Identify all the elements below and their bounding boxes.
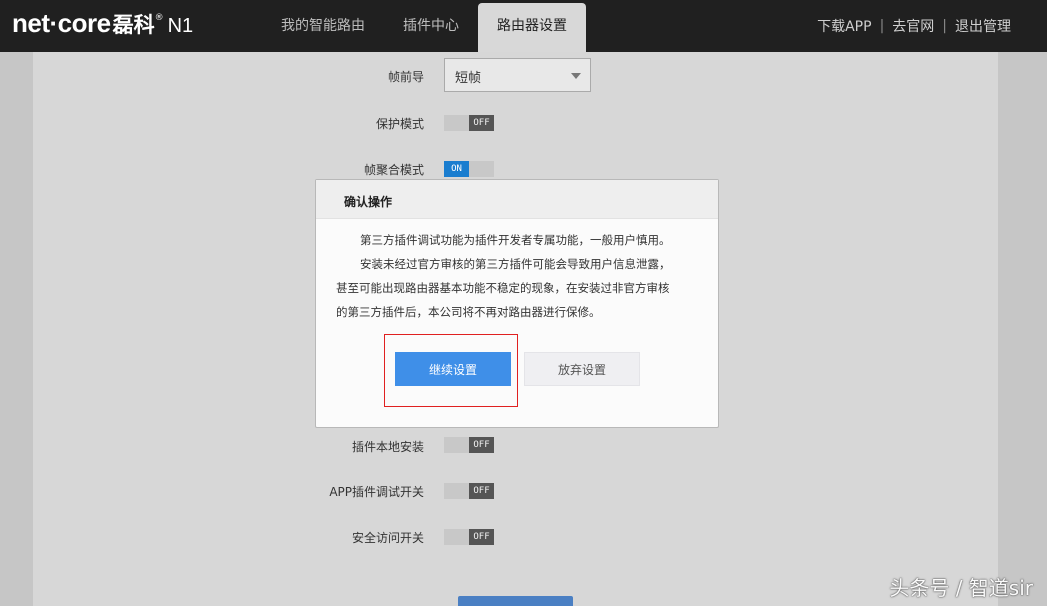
toggle-track [444,529,469,545]
tab-router-settings[interactable]: 路由器设置 [478,3,586,52]
abandon-button[interactable]: 放弃设置 [524,352,640,386]
secure-access-label: 安全访问开关 [351,531,424,545]
toggle-state: OFF [469,483,494,499]
chevron-down-icon [571,73,581,79]
toggle-track [469,161,494,177]
main-nav: 我的智能路由 插件中心 路由器设置 [262,0,586,52]
top-links: 下载APP | 去官网 | 退出管理 [817,0,1011,52]
toggle-state: OFF [469,437,494,453]
toggle-state: OFF [469,529,494,545]
tab-plugin-center[interactable]: 插件中心 [384,0,478,52]
toggle-track [444,115,469,131]
local-install-toggle[interactable]: OFF [444,437,494,453]
brand-cn-name: 磊科 [112,13,155,37]
page-margin-left [0,52,33,606]
aggregation-mode-toggle[interactable]: ON [444,161,494,177]
preamble-value: 短帧 [455,71,482,86]
protect-mode-toggle[interactable]: OFF [444,115,494,131]
local-install-label: 插件本地安装 [351,440,424,454]
page-margin-right [998,52,1047,606]
app-debug-toggle[interactable]: OFF [444,483,494,499]
toggle-state: ON [444,161,469,177]
registered-mark: ® [154,13,164,23]
top-header: net·core 磊科 ® N1 我的智能路由 插件中心 路由器设置 下载APP… [0,0,1047,52]
brand-logo: net·core 磊科 ® N1 [12,8,193,44]
preamble-select[interactable]: 短帧 [444,58,591,92]
continue-button[interactable]: 继续设置 [395,352,511,386]
app-debug-label: APP插件调试开关 [329,485,424,499]
separator: | [942,18,947,34]
tab-my-router[interactable]: 我的智能路由 [262,0,384,52]
brand-model: N1 [167,15,194,37]
toggle-state: OFF [469,115,494,131]
brand-name: net·core [12,8,111,38]
save-button[interactable] [458,596,573,606]
dialog-line: 的第三方插件后，本公司将不再对路由器进行保修。 [336,305,601,319]
toggle-track [444,437,469,453]
logout-link[interactable]: 退出管理 [955,16,1011,36]
download-app-link[interactable]: 下载APP [817,16,871,36]
separator: | [879,18,885,34]
dialog-line: 安装未经过官方审核的第三方插件可能会导致用户信息泄露， [360,257,671,271]
official-site-link[interactable]: 去官网 [892,16,934,36]
watermark: 头条号 / 智道sir [889,576,1033,600]
protect-mode-label: 保护模式 [375,117,424,131]
dialog-line: 甚至可能出现路由器基本功能不稳定的现象，在安装过非官方审核 [336,281,670,295]
preamble-label: 帧前导 [387,70,424,84]
dialog-title: 确认操作 [316,180,718,219]
dialog-line: 第三方插件调试功能为插件开发者专属功能，一般用户慎用。 [360,233,671,247]
secure-access-toggle[interactable]: OFF [444,529,494,545]
toggle-track [444,483,469,499]
confirm-dialog: 确认操作 第三方插件调试功能为插件开发者专属功能，一般用户慎用。 安装未经过官方… [315,179,719,428]
dialog-message: 第三方插件调试功能为插件开发者专属功能，一般用户慎用。 安装未经过官方审核的第三… [336,228,696,324]
aggregation-mode-label: 帧聚合模式 [363,163,424,177]
